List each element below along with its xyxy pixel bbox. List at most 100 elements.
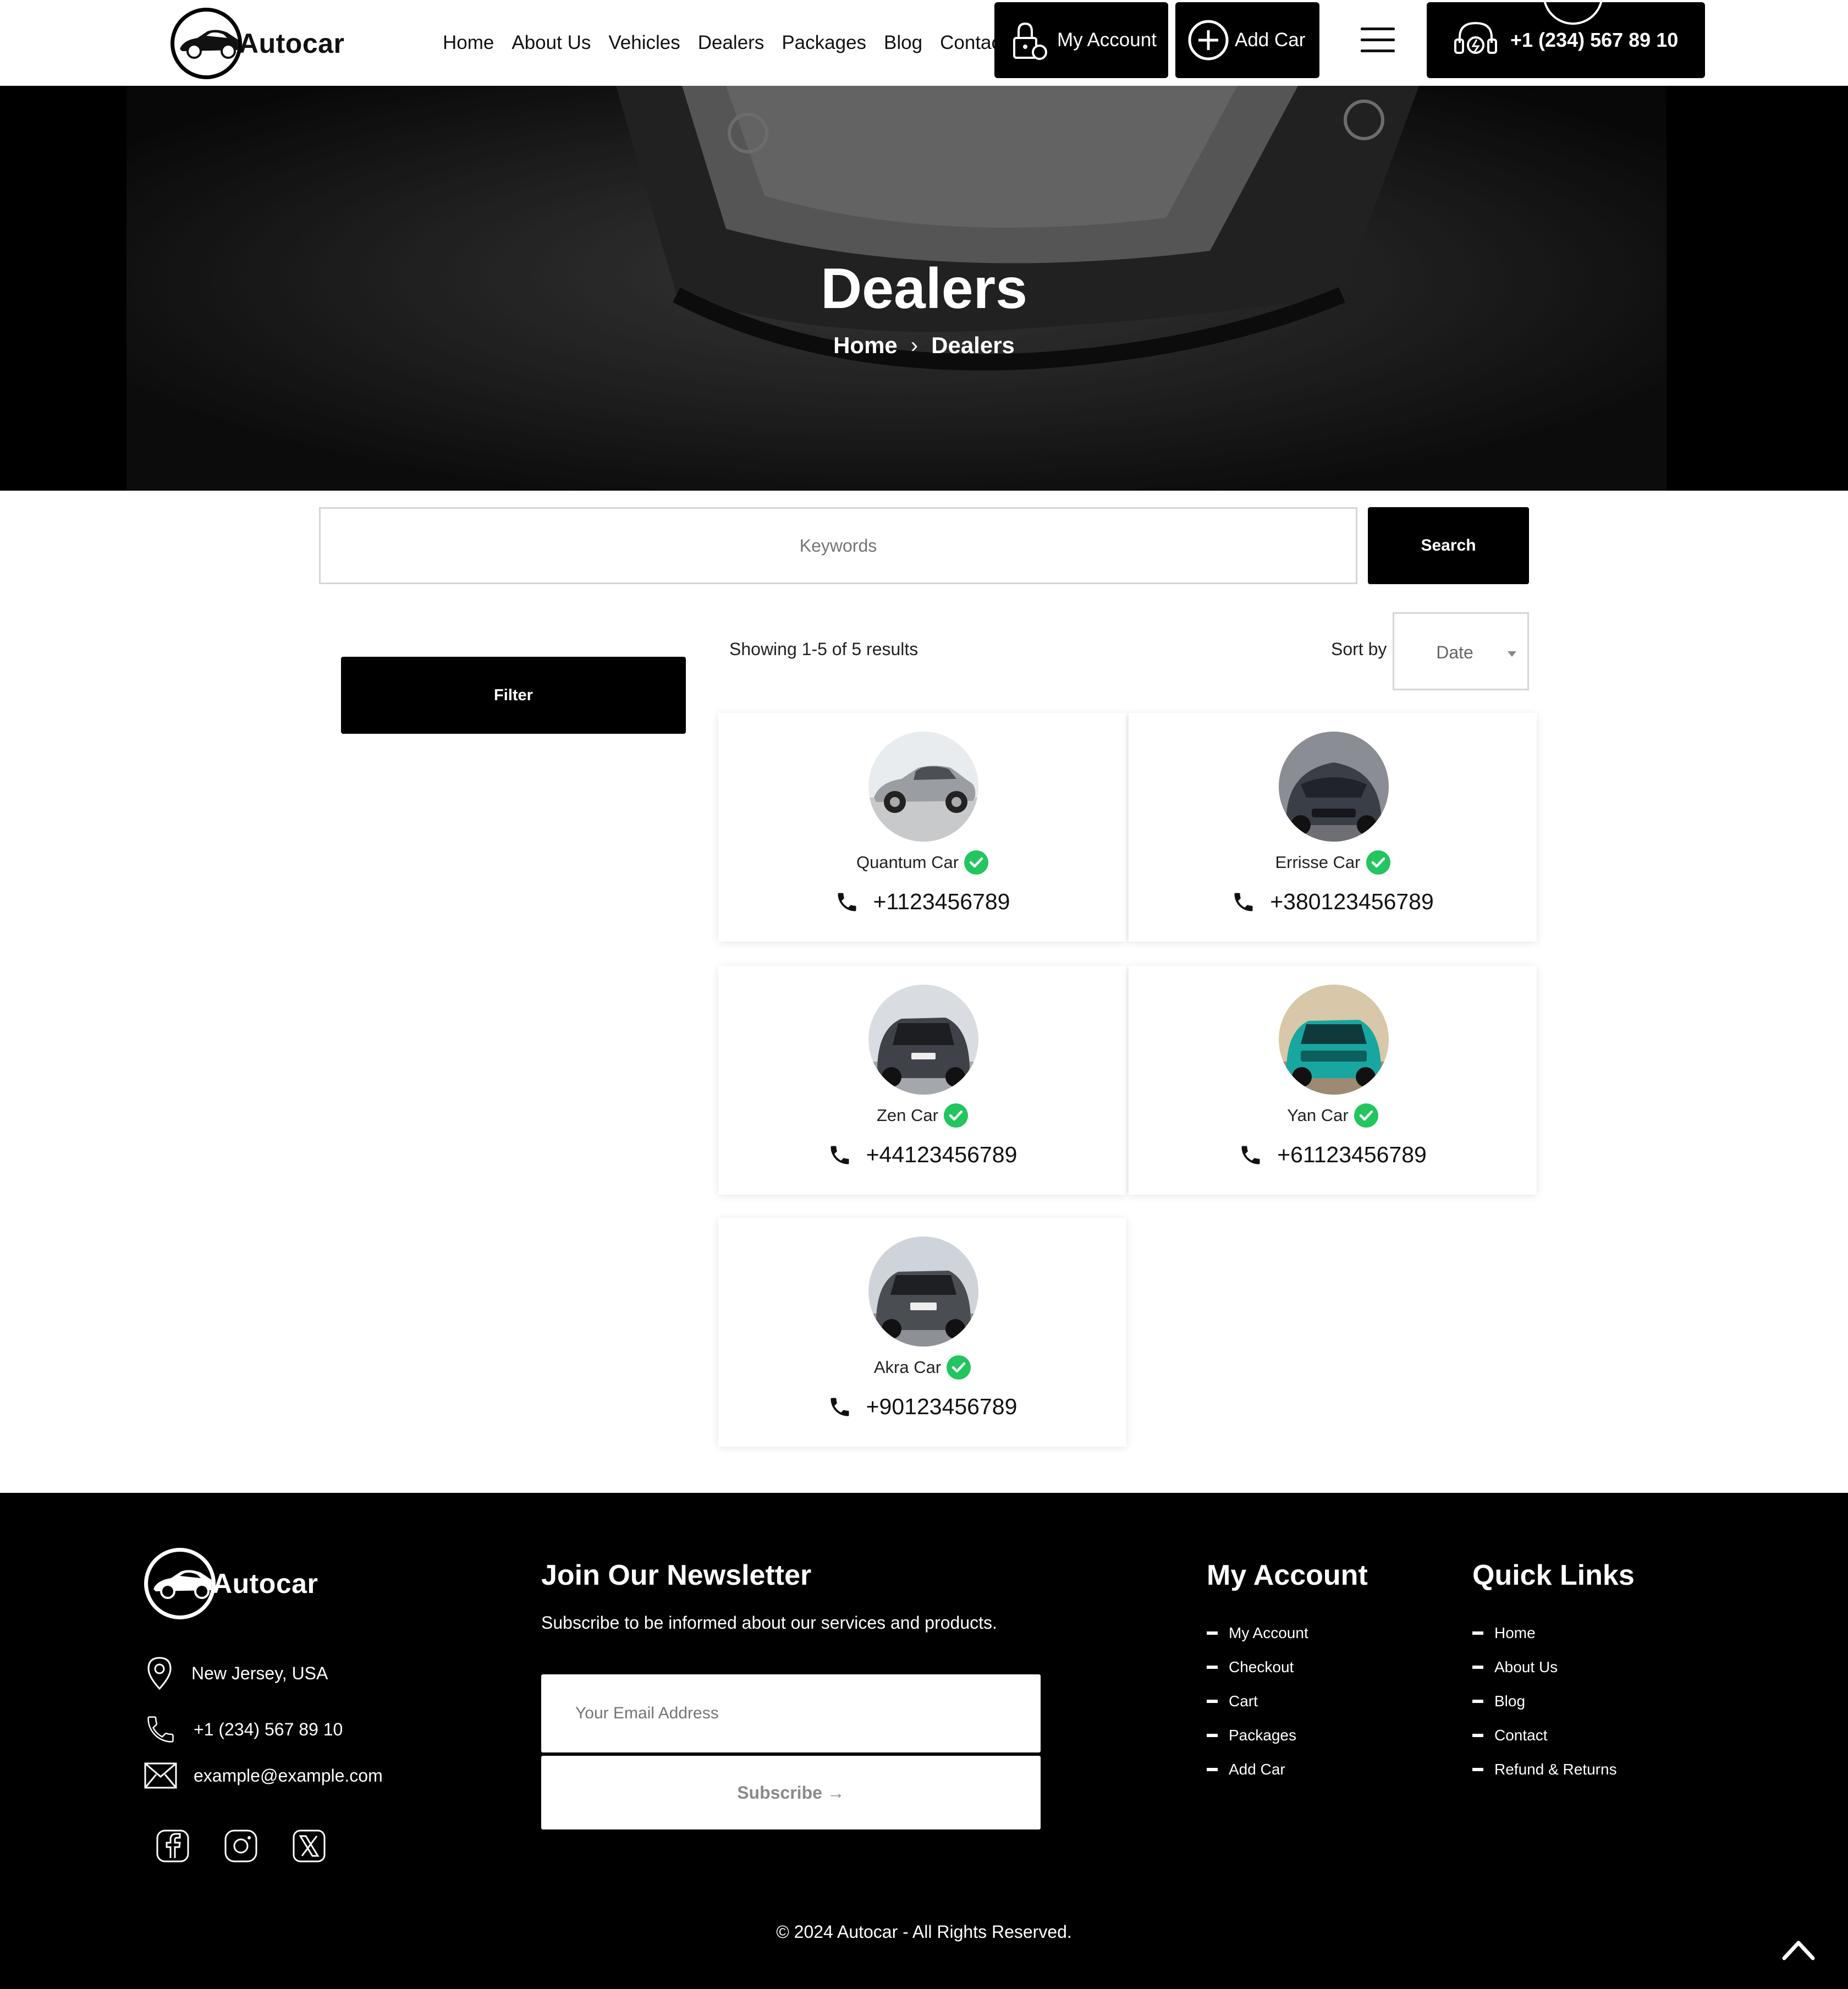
dealer-name[interactable]: Yan Car: [1287, 1106, 1348, 1125]
dealer-phone[interactable]: +61123456789: [1277, 1142, 1427, 1168]
quick-links: Home About Us Blog Contact Refund & Retu…: [1472, 1616, 1617, 1787]
nav-vehicles[interactable]: Vehicles: [608, 32, 680, 54]
sort-select-value: Date: [1436, 642, 1473, 662]
newsletter-title: Join Our Newsletter: [541, 1559, 812, 1591]
dealer-card[interactable]: Yan Car +61123456789: [1129, 966, 1537, 1195]
add-car-label: Add Car: [1235, 29, 1306, 51]
verified-check-icon: [1354, 1103, 1378, 1128]
dealer-card[interactable]: Zen Car +44123456789: [718, 966, 1126, 1195]
footer-link-home[interactable]: Home: [1472, 1616, 1617, 1650]
add-car-button[interactable]: Add Car: [1175, 2, 1319, 78]
keywords-search-input[interactable]: [319, 507, 1357, 584]
phone-icon: [838, 893, 856, 911]
breadcrumb-home[interactable]: Home: [833, 332, 898, 359]
my-account-links: My Account Checkout Cart Packages Add Ca…: [1207, 1616, 1308, 1787]
dealer-phone-row: +90123456789: [718, 1394, 1126, 1420]
dash-icon: [1472, 1631, 1483, 1635]
newsletter-email-input[interactable]: [541, 1674, 1041, 1752]
footer-link-packages[interactable]: Packages: [1207, 1718, 1308, 1752]
facebook-icon[interactable]: [155, 1828, 190, 1864]
footer-link-blog[interactable]: Blog: [1472, 1684, 1617, 1718]
footer-email-text: example@example.com: [194, 1765, 383, 1785]
nav-about-us[interactable]: About Us: [512, 32, 591, 54]
dealer-phone[interactable]: +380123456789: [1270, 889, 1434, 915]
footer-link-refund-returns[interactable]: Refund & Returns: [1472, 1752, 1617, 1787]
footer-email[interactable]: example@example.com: [144, 1762, 383, 1789]
dealer-phone-row: +44123456789: [718, 1142, 1126, 1168]
my-account-button[interactable]: My Account: [994, 2, 1168, 78]
brand-name: Autocar: [239, 28, 345, 59]
dealer-phone-row: +380123456789: [1129, 889, 1537, 915]
dealer-phone[interactable]: +1123456789: [873, 889, 1010, 915]
verified-check-icon: [964, 850, 989, 875]
footer-phone-text: +1 (234) 567 89 10: [194, 1719, 343, 1739]
dealer-phone[interactable]: +44123456789: [866, 1142, 1018, 1168]
lock-icon: [1013, 22, 1047, 60]
caret-down-icon: [1508, 651, 1516, 657]
footer-link-label: Contact: [1494, 1727, 1548, 1744]
footer-link-my-account[interactable]: My Account: [1207, 1616, 1308, 1650]
sort-select[interactable]: Date: [1393, 612, 1529, 690]
footer-link-label: My Account: [1229, 1624, 1308, 1641]
dealer-card[interactable]: Akra Car +90123456789: [718, 1218, 1126, 1447]
nav-packages[interactable]: Packages: [782, 32, 866, 54]
dealer-name[interactable]: Akra Car: [874, 1358, 941, 1377]
dealer-avatar: [1279, 732, 1389, 842]
dash-icon: [1472, 1666, 1483, 1669]
footer-link-label: Blog: [1494, 1693, 1526, 1710]
dealer-phone[interactable]: +90123456789: [866, 1394, 1018, 1420]
dealer-name-row: Akra Car: [718, 1355, 1126, 1380]
sort-by-label: Sort by: [1331, 639, 1387, 659]
car-logo-icon: [170, 8, 242, 79]
site-footer: Autocar New Jersey, USA +1 (234) 567 89 …: [0, 1493, 1848, 1989]
copyright-text: © 2024 Autocar - All Rights Reserved.: [776, 1922, 1072, 1942]
footer-address-text: New Jersey, USA: [191, 1663, 328, 1683]
footer-link-label: Refund & Returns: [1494, 1761, 1617, 1778]
menu-hamburger-icon[interactable]: [1361, 28, 1395, 53]
filter-button[interactable]: Filter: [341, 657, 686, 734]
header-decor-ring: [1543, 0, 1603, 25]
scroll-to-top-chevron-up-icon[interactable]: [1782, 1938, 1815, 1960]
footer-link-checkout[interactable]: Checkout: [1207, 1650, 1308, 1684]
footer-link-label: About Us: [1494, 1658, 1558, 1675]
dealer-phone-row: +1123456789: [718, 889, 1126, 915]
site-logo[interactable]: Autocar: [170, 8, 344, 79]
footer-link-add-car[interactable]: Add Car: [1207, 1752, 1308, 1787]
footer-logo[interactable]: Autocar: [144, 1548, 318, 1619]
nav-home[interactable]: Home: [443, 32, 494, 54]
plus-circle-icon: [1188, 20, 1229, 61]
dealer-name[interactable]: Errisse Car: [1275, 853, 1360, 872]
footer-phone[interactable]: +1 (234) 567 89 10: [144, 1713, 343, 1746]
dealer-avatar: [1279, 985, 1389, 1095]
instagram-icon[interactable]: [223, 1828, 258, 1864]
social-links: [155, 1828, 360, 1864]
dash-icon: [1207, 1631, 1218, 1635]
dealer-card[interactable]: Errisse Car +380123456789: [1129, 713, 1537, 942]
dash-icon: [1207, 1700, 1218, 1703]
footer-link-about-us[interactable]: About Us: [1472, 1650, 1617, 1684]
chevron-right-icon: ›: [910, 333, 919, 358]
x-icon[interactable]: [292, 1828, 327, 1864]
verified-check-icon: [943, 1103, 968, 1128]
footer-link-contact[interactable]: Contact: [1472, 1718, 1617, 1752]
verified-check-icon: [947, 1355, 971, 1380]
car-logo-icon: [144, 1548, 216, 1619]
dash-icon: [1207, 1666, 1218, 1669]
footer-link-cart[interactable]: Cart: [1207, 1684, 1308, 1718]
dealer-card[interactable]: Quantum Car +1123456789: [718, 713, 1126, 942]
subscribe-button[interactable]: Subscribe →: [541, 1756, 1041, 1829]
breadcrumb: Home › Dealers: [0, 332, 1848, 359]
dealer-name-row: Zen Car: [718, 1103, 1126, 1128]
results-count: Showing 1-5 of 5 results: [729, 639, 919, 659]
footer-link-label: Add Car: [1229, 1761, 1285, 1778]
footer-brand-name: Autocar: [212, 1568, 318, 1599]
search-button[interactable]: Search: [1368, 507, 1529, 584]
dealer-name[interactable]: Quantum Car: [856, 853, 959, 872]
nav-blog[interactable]: Blog: [884, 32, 922, 54]
breadcrumb-current: Dealers: [931, 332, 1015, 358]
dash-icon: [1472, 1768, 1483, 1771]
dealer-name[interactable]: Zen Car: [877, 1106, 938, 1125]
dash-icon: [1472, 1734, 1483, 1737]
footer-link-label: Packages: [1229, 1727, 1296, 1744]
nav-dealers[interactable]: Dealers: [698, 32, 765, 54]
